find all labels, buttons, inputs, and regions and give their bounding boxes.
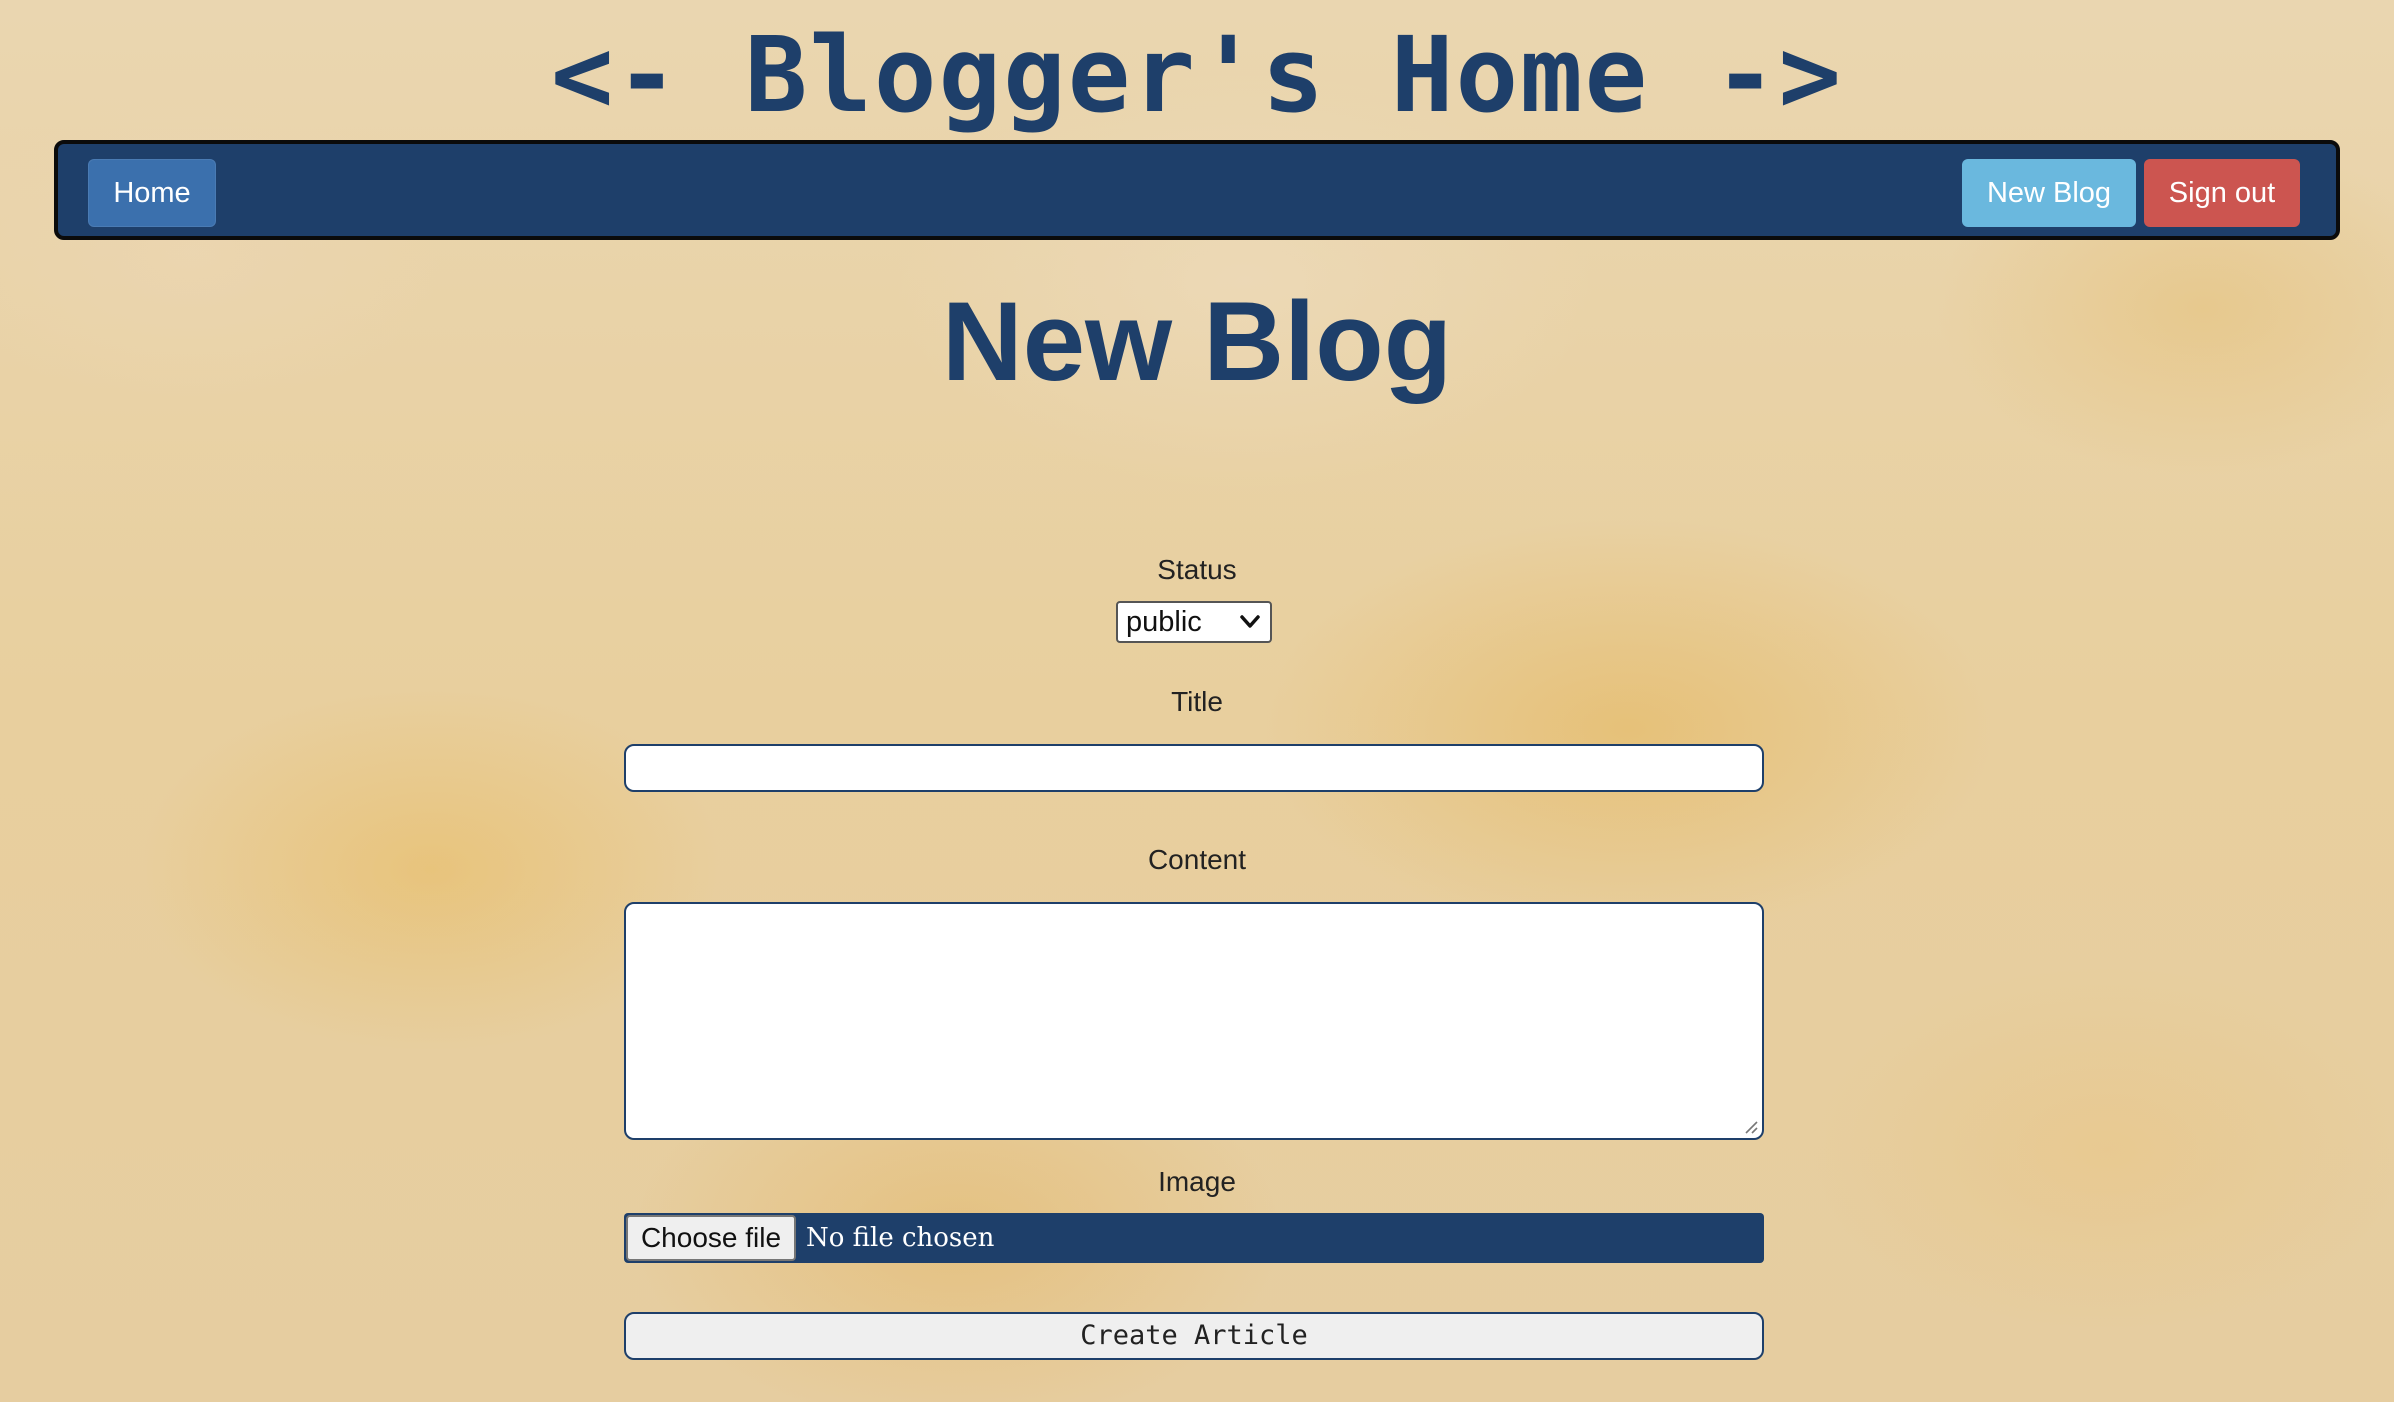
home-button[interactable]: Home [88,159,216,227]
navbar: Home New Blog Sign out [54,140,2340,240]
page-title: New Blog [941,279,1453,404]
status-label: Status [1157,554,1237,585]
title-input[interactable] [624,744,1764,792]
status-selected-value: public [1126,606,1202,638]
image-file-input[interactable]: Choose file No file chosen [624,1213,1764,1263]
resize-handle-icon[interactable] [1742,1118,1758,1134]
status-select[interactable]: public [1116,601,1272,643]
site-title: <- Blogger's Home -> [550,14,1844,136]
sign-out-button[interactable]: Sign out [2144,159,2300,227]
content-label: Content [1147,844,1247,875]
create-article-button[interactable]: Create Article [624,1312,1764,1360]
choose-file-button[interactable]: Choose file [626,1215,796,1261]
title-label: Title [1171,686,1223,717]
chevron-down-icon [1240,615,1260,628]
image-label: Image [1158,1166,1236,1197]
content-textarea[interactable] [624,902,1764,1140]
file-status-text: No file chosen [806,1223,995,1253]
new-blog-button[interactable]: New Blog [1962,159,2136,227]
